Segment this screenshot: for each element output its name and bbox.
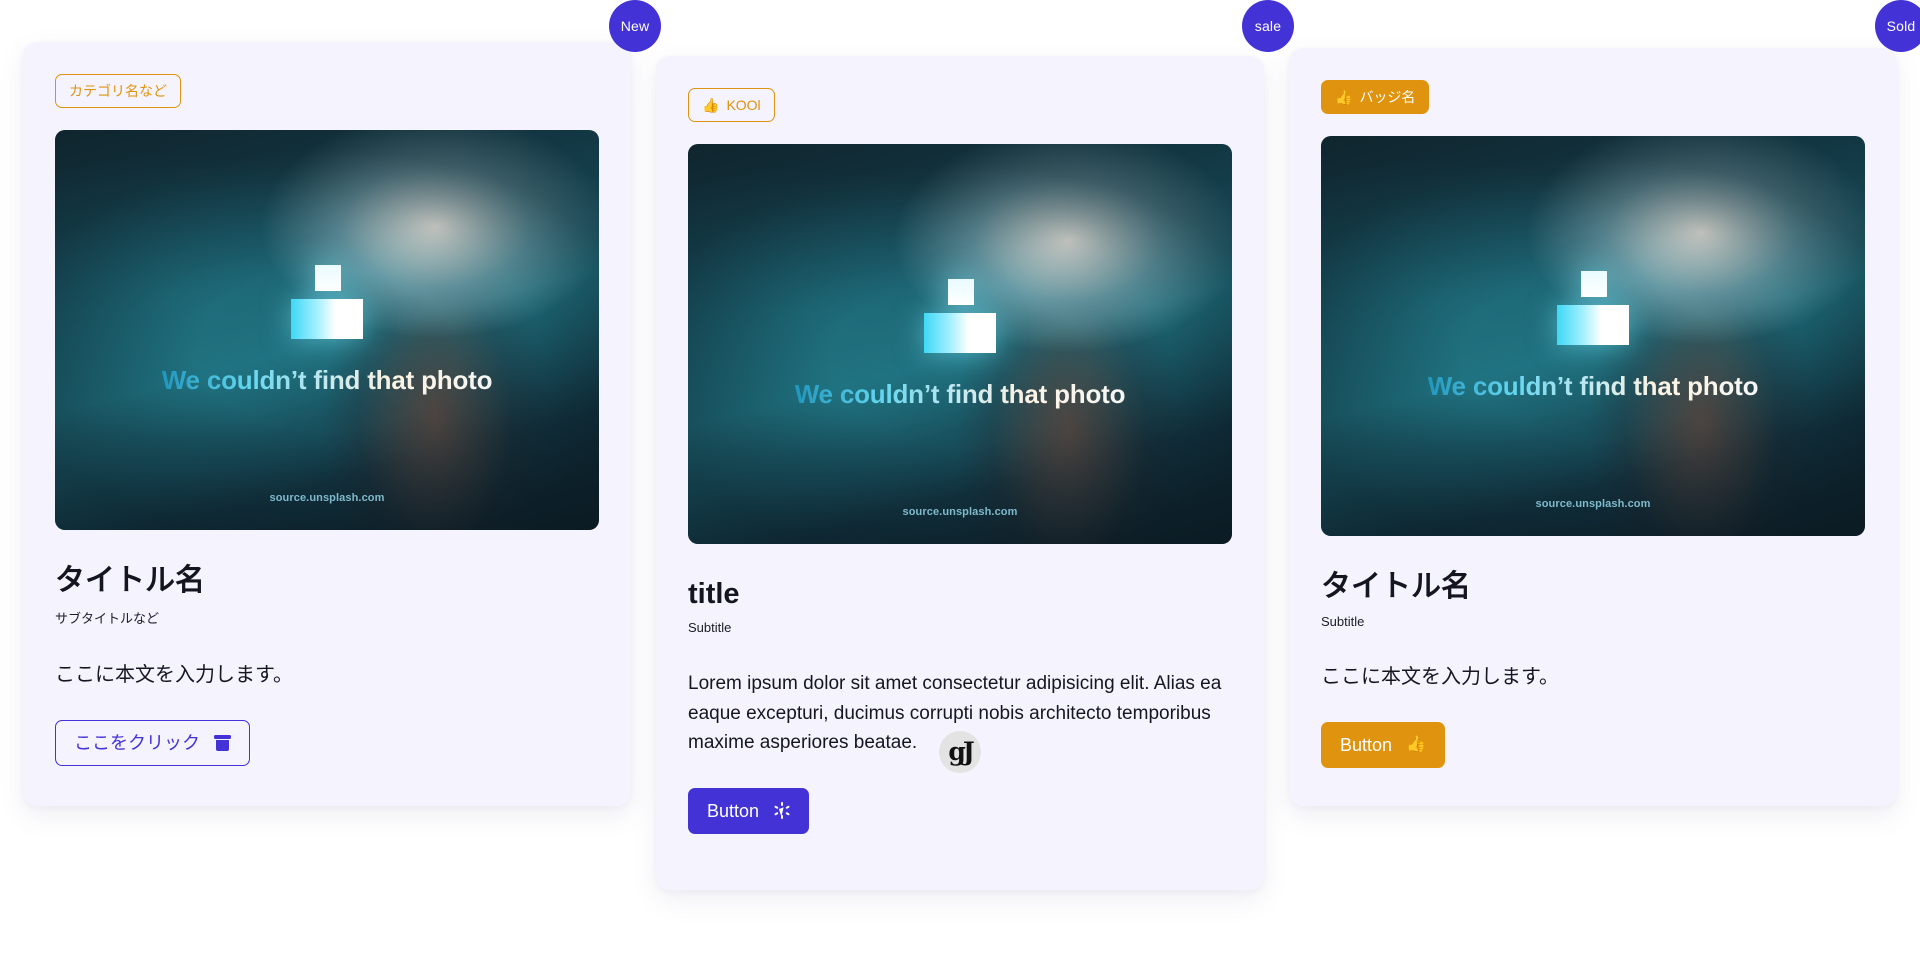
unsplash-logo-icon [924,278,996,353]
card-title-3: タイトル名 [1321,570,1471,603]
category-tag-label-3: バッジ名 [1359,89,1416,105]
card-title-2: title [688,578,740,610]
photo-content-3: We couldn’t find that photo [1321,136,1865,536]
card-action-button-label-3: Button [1340,734,1393,755]
category-tag-2[interactable]: 👍 KOOl [688,88,775,122]
corner-badge-sold[interactable]: Sold [1875,0,1920,52]
click-cursor-icon [773,802,790,820]
card-subtitle-3: Subtitle [1321,613,1365,629]
photo-error-message-3: We couldn’t find that photo [1427,370,1759,401]
corner-badge-sale[interactable]: sale [1242,0,1294,52]
corner-badge-new[interactable]: New [609,0,661,52]
card-subtitle-2: Subtitle [688,620,732,636]
photo-content-2: We couldn’t find that photo [688,144,1232,544]
tag-slot-2: 👍 KOOl [688,88,1232,122]
card-action-button-1[interactable]: ここをクリック [55,719,250,766]
site-logo-icon[interactable]: gJ [939,731,981,773]
card-body-3: ここに本文を入力します。 [1321,665,1559,688]
photo-source-label-1: source.unsplash.com [269,492,385,504]
photo-error-message-1: We couldn’t find that photo [161,364,493,395]
card-subtitle-1: サブタイトルなど [55,610,160,626]
card-wrapper-3: Sold 👍 バッジ名 We couldn’t find that photo … [1289,0,1920,806]
thumbs-up-icon: 👍 [1335,89,1353,105]
unsplash-logo-icon [1557,270,1629,345]
unsplash-logo-icon [291,264,363,339]
category-tag-1[interactable]: カテゴリ名など [55,74,181,108]
tag-slot-1: カテゴリ名など [55,74,599,108]
card-1[interactable]: カテゴリ名など We couldn’t find that photo sour… [23,42,631,806]
photo-content-1: We couldn’t find that photo [55,130,599,530]
photo-source-label-3: source.unsplash.com [1535,498,1651,510]
thumbs-up-icon: 👍 [1406,735,1426,753]
card-title-1: タイトル名 [55,564,205,597]
card-image-2[interactable]: We couldn’t find that photo source.unspl… [688,144,1232,544]
page-root: New カテゴリ名など We couldn’t find that photo … [0,0,1920,979]
card-wrapper-1: New カテゴリ名など We couldn’t find that photo … [23,0,661,806]
thumbs-up-icon: 👍 [702,97,720,113]
tag-slot-3: 👍 バッジ名 [1321,80,1865,114]
category-tag-3[interactable]: 👍 バッジ名 [1321,80,1430,114]
card-action-button-2[interactable]: Button [688,787,810,834]
trash-icon [214,734,231,751]
site-logo-glyph: gJ [948,736,974,766]
card-image-3[interactable]: We couldn’t find that photo source.unspl… [1321,136,1865,536]
category-tag-label-1: カテゴリ名など [69,83,167,99]
card-3[interactable]: 👍 バッジ名 We couldn’t find that photo sourc… [1289,48,1897,806]
category-tag-label-2: KOOl [726,97,761,113]
card-action-button-label-2: Button [707,800,760,821]
photo-source-label-2: source.unsplash.com [902,506,1018,518]
photo-error-message-2: We couldn’t find that photo [794,378,1126,409]
card-body-1: ここに本文を入力します。 [55,663,293,686]
card-action-button-3[interactable]: Button 👍 [1321,721,1445,768]
card-image-1[interactable]: We couldn’t find that photo source.unspl… [55,130,599,530]
card-action-button-label-1: ここをクリック [74,732,200,753]
